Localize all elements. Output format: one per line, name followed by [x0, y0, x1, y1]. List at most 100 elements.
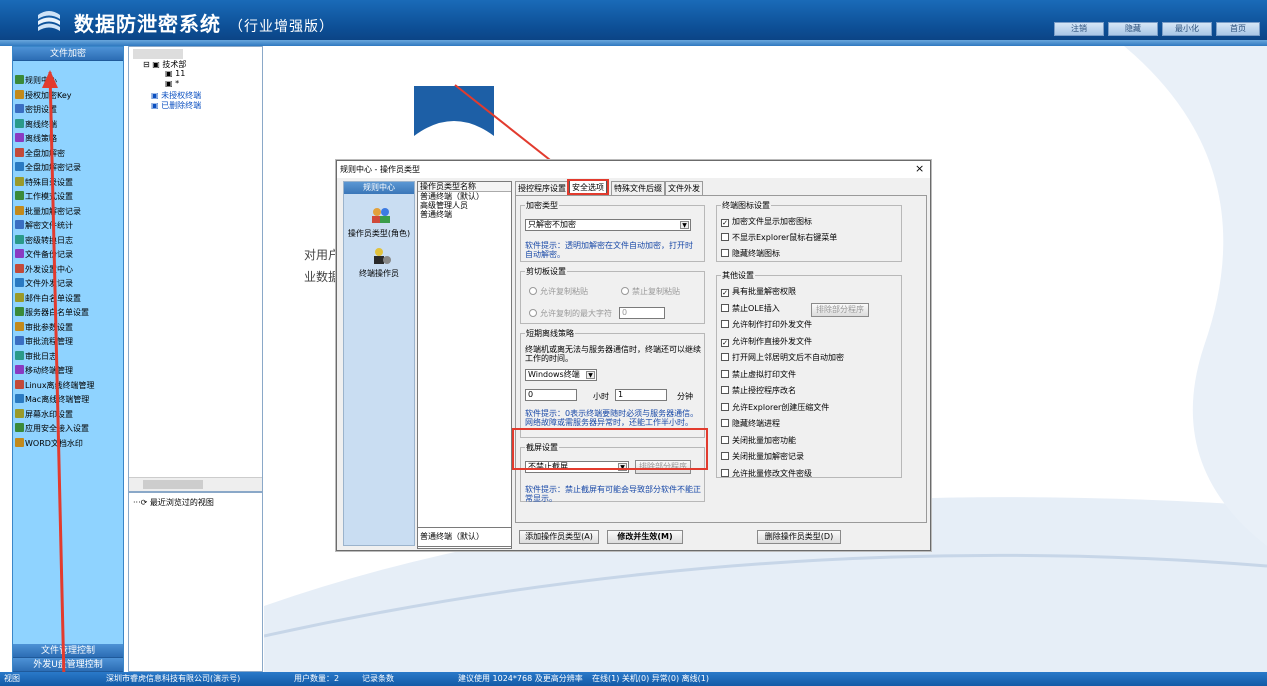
sidebar-item[interactable]: 密级转换日志: [15, 234, 73, 247]
sidebar-item[interactable]: 移动终端管理: [15, 365, 73, 377]
sidebar-item[interactable]: 全盘加解密记录: [15, 162, 81, 174]
list-item[interactable]: 普通终端: [418, 210, 511, 219]
tree-hscrollbar[interactable]: [129, 477, 262, 491]
sidebar-item[interactable]: 特殊目录设置: [15, 176, 73, 189]
sidebar-item[interactable]: 授权加密Key: [15, 89, 72, 102]
checkbox-icon[interactable]: [721, 386, 729, 394]
tree-terminal-11[interactable]: ▣ 11: [165, 69, 185, 78]
checkbox-icon[interactable]: [721, 402, 729, 411]
checkbox-icon[interactable]: [721, 369, 729, 378]
checkbox-item[interactable]: 禁止虚拟打印文件: [721, 369, 796, 380]
encrypt-type-select[interactable]: 只解密不加密 ▼: [525, 219, 691, 231]
sidebar-item-icon: [15, 234, 24, 244]
operator-role-icon: [372, 208, 390, 223]
checkbox-item[interactable]: ✓ 具有批量解密权限: [721, 287, 796, 297]
tree-root[interactable]: [133, 49, 183, 59]
checkbox-item[interactable]: 禁止OLE插入: [721, 303, 780, 314]
apply-button[interactable]: 修改并生效(M): [607, 530, 683, 544]
checkbox-item[interactable]: 隐藏终端图标: [721, 249, 780, 259]
sidebar-item[interactable]: 审批流程管理: [15, 336, 73, 348]
checkbox-icon[interactable]: [721, 249, 729, 257]
checkbox-icon[interactable]: [721, 419, 729, 427]
sidebar-item[interactable]: Mac离线终端管理: [15, 394, 89, 406]
checkbox-item[interactable]: 关闭批量加解密记录: [721, 452, 804, 462]
sidebar-item[interactable]: 外发设置中心: [15, 263, 73, 276]
checkbox-item[interactable]: 允许批量修改文件密级: [721, 468, 812, 479]
checkbox-item[interactable]: 关闭批量加密功能: [721, 435, 796, 446]
clipboard-deny-radio[interactable]: 禁止复制粘贴: [621, 287, 680, 297]
add-operator-type-button[interactable]: 添加操作员类型(A): [519, 530, 599, 544]
checkbox-item[interactable]: 不显示Explorer鼠标右键菜单: [721, 233, 837, 243]
sidebar-item[interactable]: 审批日志: [15, 350, 57, 363]
offline-minutes-input[interactable]: 1: [615, 389, 667, 401]
close-icon[interactable]: ×: [915, 162, 924, 175]
checkbox-icon[interactable]: [721, 452, 729, 460]
tab-controlled-programs[interactable]: 授控程序设置: [515, 181, 569, 195]
nav-terminal-operator[interactable]: 终端操作员: [344, 268, 414, 279]
sidebar-item[interactable]: Linux离线终端管理: [15, 379, 95, 392]
sidebar-item[interactable]: 解密文件统计: [15, 220, 73, 232]
recent-views-panel: ···⟳ 最近浏览过的视图: [128, 492, 263, 672]
checkbox-icon[interactable]: [721, 353, 729, 361]
tree-scroll-thumb[interactable]: [143, 480, 203, 489]
tree-terminal-star[interactable]: ▣ *: [165, 79, 179, 88]
nav-operator-type[interactable]: 操作员类型(角色): [344, 228, 414, 239]
checkbox-item[interactable]: 禁止授控程序改名: [721, 386, 796, 396]
checkbox-item[interactable]: 允许Explorer创建压缩文件: [721, 402, 829, 413]
dialog-nav-header[interactable]: 规则中心: [344, 182, 414, 194]
checkbox-item[interactable]: ✓ 允许制作直接外发文件: [721, 337, 812, 347]
checkbox-item[interactable]: ✓ 加密文件显示加密图标: [721, 217, 812, 227]
sidebar-item[interactable]: 全盘加解密: [15, 147, 65, 160]
clipboard-allow-radio[interactable]: 允许复制粘贴: [529, 287, 588, 297]
hide-button[interactable]: 隐藏: [1108, 22, 1158, 36]
clipboard-max-input[interactable]: 0: [619, 307, 665, 319]
sidebar-item[interactable]: WORD文档水印: [15, 437, 83, 450]
usb-management-button[interactable]: 外发U盘管理控制: [13, 658, 123, 672]
sidebar-item[interactable]: 审批参数设置: [15, 321, 73, 334]
checkbox-item[interactable]: 打开网上邻居明文后不自动加密: [721, 353, 844, 363]
logout-button[interactable]: 注销: [1054, 22, 1104, 36]
operator-type-name-field[interactable]: 普通终端（默认）: [417, 527, 512, 547]
sidebar-item[interactable]: 离线策略: [15, 133, 57, 145]
offline-os-select[interactable]: Windows终端 ▼: [525, 369, 597, 381]
checkbox-item[interactable]: 隐藏终端进程: [721, 419, 780, 429]
tab-special-suffix[interactable]: 特殊文件后缀: [611, 181, 665, 195]
checkbox-icon[interactable]: [721, 468, 729, 477]
sidebar-item[interactable]: 应用安全接入设置: [15, 423, 89, 435]
list-item[interactable]: 普通终端（默认）: [418, 192, 511, 201]
checkbox-icon[interactable]: [721, 303, 729, 312]
sidebar-item[interactable]: 工作模式设置: [15, 191, 73, 203]
checkbox-checked-icon[interactable]: ✓: [721, 338, 729, 347]
sidebar-item[interactable]: 文件备份记录: [15, 249, 73, 261]
checkbox-icon[interactable]: [721, 233, 729, 241]
sidebar-item[interactable]: 规则中心: [15, 75, 57, 87]
sidebar-item[interactable]: 邮件白名单设置: [15, 292, 81, 305]
sidebar-item[interactable]: 批量加解密记录: [15, 205, 81, 218]
list-header[interactable]: 操作员类型名称: [418, 182, 511, 192]
file-management-button[interactable]: 文件管理控制: [13, 644, 123, 658]
checkbox-icon[interactable]: [721, 320, 729, 328]
sidebar-item[interactable]: 离线终端: [15, 118, 57, 131]
checkbox-checked-icon[interactable]: ✓: [721, 289, 729, 297]
sidebar-item[interactable]: 服务器白名单设置: [15, 307, 89, 319]
sidebar-item-label: 授权加密Key: [25, 90, 72, 100]
recent-views-item[interactable]: ···⟳ 最近浏览过的视图: [133, 497, 214, 508]
offline-hours-input[interactable]: 0: [525, 389, 577, 401]
delete-operator-type-button[interactable]: 删除操作员类型(D): [757, 530, 841, 544]
list-item[interactable]: 高级管理人员: [418, 201, 511, 210]
tree-deleted[interactable]: ▣ 已删除终端: [151, 100, 201, 111]
checkbox-icon[interactable]: [721, 435, 729, 444]
sidebar-item[interactable]: 屏幕水印设置: [15, 408, 73, 421]
sidebar-item-icon: [15, 292, 24, 302]
sidebar-item[interactable]: 文件外发记录: [15, 278, 73, 290]
ole-exclude-button[interactable]: 排除部分程序: [811, 303, 869, 317]
sidebar-item[interactable]: 密钥设置: [15, 104, 57, 116]
clipboard-max-radio[interactable]: 允许复制的最大字符: [529, 309, 612, 319]
checkbox-item[interactable]: 允许制作打印外发文件: [721, 320, 812, 330]
left-nav-header[interactable]: 文件加密: [13, 47, 123, 61]
checkbox-checked-icon[interactable]: ✓: [721, 219, 729, 227]
minimize-button[interactable]: 最小化: [1162, 22, 1212, 36]
sidebar-item-icon: [15, 408, 24, 418]
tab-file-outgoing[interactable]: 文件外发: [665, 181, 703, 195]
home-button[interactable]: 首页: [1216, 22, 1260, 36]
